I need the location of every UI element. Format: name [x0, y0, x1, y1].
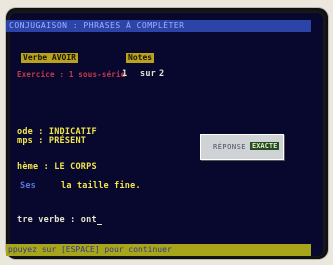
progress-current: 1 [122, 69, 128, 79]
progress-separator: sur [140, 69, 156, 79]
feedback-result: EXACTE [250, 142, 280, 150]
hint-prefix: Ses [20, 181, 36, 191]
feedback-dialog: RÉPONSE EXACTE [200, 134, 284, 160]
verb-badge: Verbe AVOIR [21, 53, 78, 63]
text-cursor [96, 224, 102, 225]
progress-total: 2 [159, 69, 165, 79]
sentence-text: la taille fine. [61, 181, 141, 191]
status-message: ppuyez sur [ESPACE] pour continuer [8, 245, 172, 254]
answer-field[interactable]: tre verbe : ont [17, 215, 102, 225]
window-title: CONJUGAISON : PHRASES À COMPLÉTER [9, 21, 185, 30]
theme-label: hème : LE CORPS [17, 162, 97, 172]
title-bar: CONJUGAISON : PHRASES À COMPLÉTER [6, 20, 311, 32]
notes-button[interactable]: Notes [126, 53, 155, 63]
answer-text: tre verbe : ont [17, 215, 97, 225]
feedback-label: RÉPONSE [213, 143, 247, 151]
progress-label: Exercice : 1 sous-série [17, 70, 126, 79]
status-bar: ppuyez sur [ESPACE] pour continuer [6, 244, 311, 256]
tense-label: mps : PRÉSENT [17, 136, 87, 146]
